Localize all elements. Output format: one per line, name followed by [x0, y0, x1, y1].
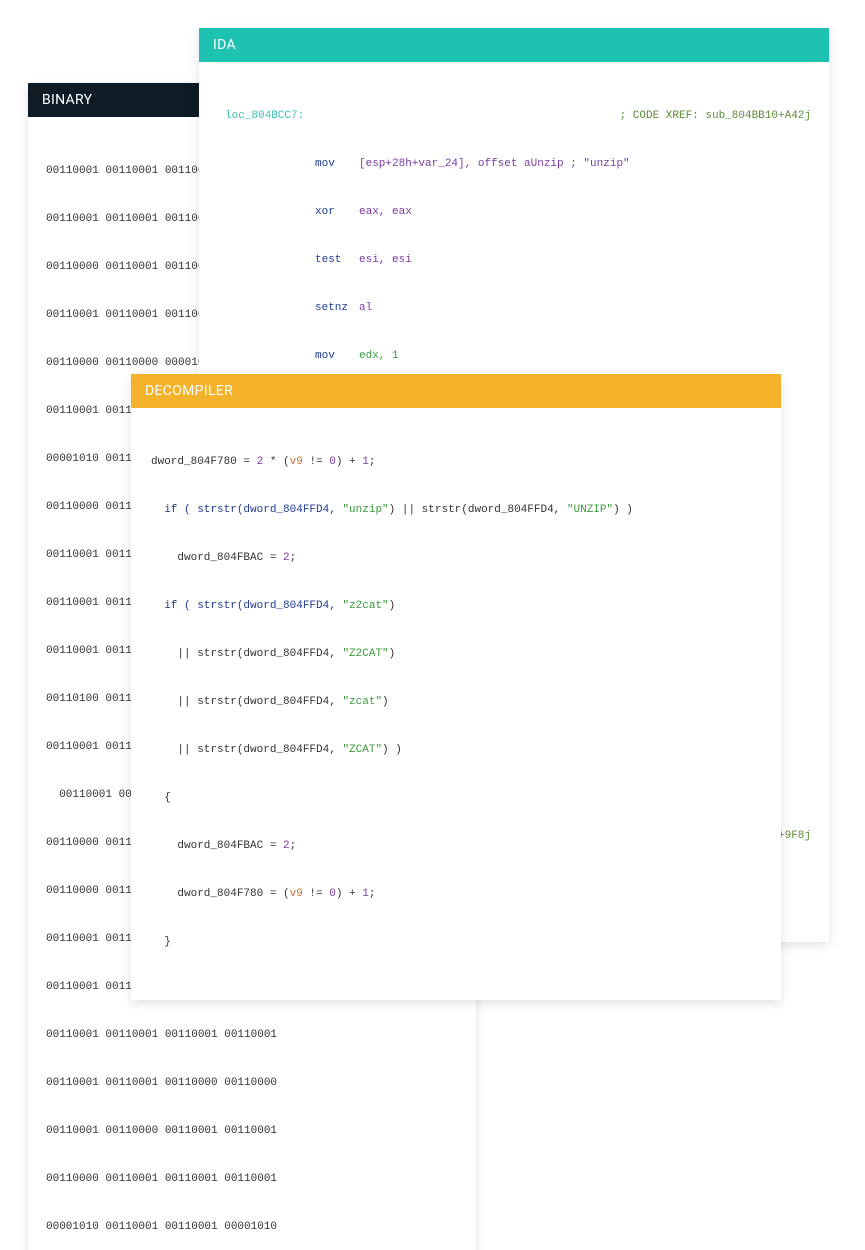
ida-line: testesi, esi [225, 252, 811, 268]
ida-operands: eax, eax [359, 204, 811, 220]
ida-operands: edx, 1 [359, 348, 811, 364]
decompiler-panel: DECOMPILER dword_804F780 = 2 * (v9 != 0)… [131, 374, 781, 1000]
ida-label-name: loc_804BCC7: [225, 108, 620, 124]
ida-mnemonic: mov [315, 156, 359, 172]
decompiler-body: dword_804F780 = 2 * (v9 != 0) + 1; if ( … [131, 408, 781, 1000]
ida-mnemonic: xor [315, 204, 359, 220]
decomp-line: } [151, 934, 763, 950]
ida-mnemonic: test [315, 252, 359, 268]
decompiler-header: DECOMPILER [131, 374, 781, 408]
decomp-line: if ( strstr(dword_804FFD4, "unzip") || s… [151, 502, 763, 518]
ida-xref: ; CODE XREF: sub_804BB10+A42j [620, 108, 811, 124]
ida-line: xoreax, eax [225, 204, 811, 220]
ida-line: setnzal [225, 300, 811, 316]
decomp-line: dword_804FBAC = 2; [151, 838, 763, 854]
binary-line: 00001010 00110001 00110001 00001010 [46, 1219, 458, 1235]
decomp-line: dword_804FBAC = 2; [151, 550, 763, 566]
decomp-line: || strstr(dword_804FFD4, "ZCAT") ) [151, 742, 763, 758]
ida-mnemonic: mov [315, 348, 359, 364]
stage: BINARY 00110001 00110001 00110000 011101… [0, 0, 865, 625]
ida-label-1: loc_804BCC7: ; CODE XREF: sub_804BB10+A4… [225, 108, 811, 124]
decomp-line: dword_804F780 = (v9 != 0) + 1; [151, 886, 763, 902]
decomp-line: || strstr(dword_804FFD4, "zcat") [151, 694, 763, 710]
binary-line: 00110001 00110001 00110000 00110000 [46, 1075, 458, 1091]
binary-line: 00110001 00110000 00110001 00110001 [46, 1123, 458, 1139]
binary-line: 00110001 00110001 00110001 00110001 [46, 1027, 458, 1043]
decomp-line: if ( strstr(dword_804FFD4, "z2cat") [151, 598, 763, 614]
ida-operands: esi, esi [359, 252, 811, 268]
ida-line: mov[esp+28h+var_24], offset aUnzip ; "un… [225, 156, 811, 172]
ida-line: movedx, 1 [225, 348, 811, 364]
binary-line: 00110000 00110001 00110001 00110001 [46, 1171, 458, 1187]
ida-mnemonic: setnz [315, 300, 359, 316]
decomp-line: || strstr(dword_804FFD4, "Z2CAT") [151, 646, 763, 662]
ida-operands: [esp+28h+var_24], offset aUnzip ; "unzip… [359, 156, 811, 172]
ida-operands: al [359, 300, 811, 316]
decomp-line: { [151, 790, 763, 806]
decomp-line: dword_804F780 = 2 * (v9 != 0) + 1; [151, 454, 763, 470]
ida-header: IDA [199, 28, 829, 62]
